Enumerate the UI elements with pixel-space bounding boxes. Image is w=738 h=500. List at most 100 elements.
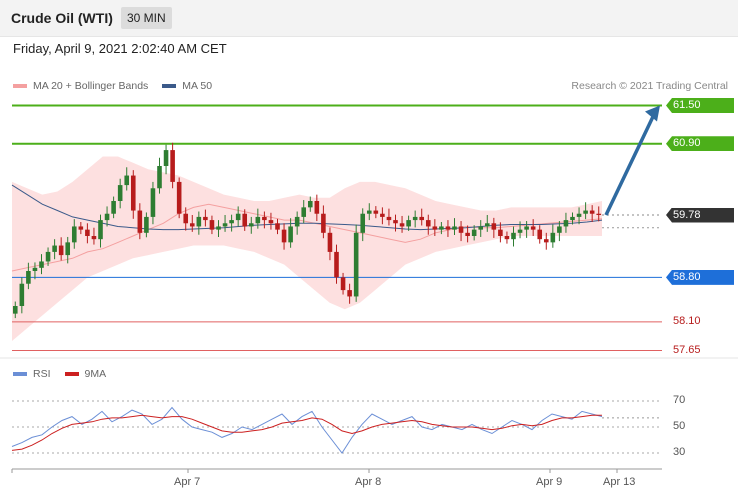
candle-87 <box>583 210 588 214</box>
level-tag-1: 60.90 <box>666 136 734 152</box>
candle-3 <box>32 267 38 271</box>
candle-34 <box>235 213 241 221</box>
candle-57 <box>386 216 392 221</box>
candle-79 <box>530 226 536 230</box>
candle-65 <box>439 226 444 230</box>
level-tag-3: 58.80 <box>666 269 734 285</box>
candle-32 <box>222 223 228 227</box>
candle-75 <box>504 236 510 240</box>
candle-66 <box>445 226 451 230</box>
candle-49 <box>334 251 339 278</box>
candle-82 <box>550 232 556 243</box>
candle-18 <box>130 175 136 211</box>
candle-40 <box>275 223 280 230</box>
level-label-4: 58.10 <box>673 314 701 327</box>
candle-16 <box>117 185 123 201</box>
candle-42 <box>288 226 293 243</box>
candle-35 <box>242 213 248 227</box>
candle-58 <box>393 220 398 224</box>
candle-86 <box>576 213 582 217</box>
candle-2 <box>26 271 31 284</box>
candle-17 <box>124 175 130 186</box>
candle-81 <box>543 239 549 243</box>
candle-10 <box>78 226 84 230</box>
x-tick-label-2: Apr 9 <box>536 476 563 488</box>
candle-72 <box>484 223 490 227</box>
candle-29 <box>203 216 208 221</box>
candle-8 <box>65 242 71 256</box>
candle-59 <box>399 223 405 227</box>
candle-12 <box>91 236 97 240</box>
candle-46 <box>314 201 320 214</box>
candle-74 <box>498 229 503 236</box>
candle-48 <box>327 232 333 252</box>
candle-30 <box>209 220 215 230</box>
candle-37 <box>255 216 261 224</box>
x-tick-label-0: Apr 7 <box>174 476 201 488</box>
rsi-series-0 <box>11 406 603 454</box>
candle-26 <box>183 213 189 224</box>
candle-43 <box>294 216 300 227</box>
candle-27 <box>189 223 195 227</box>
candle-21 <box>150 188 156 217</box>
candle-83 <box>557 226 562 233</box>
rsi-tick-0: 30 <box>673 446 686 458</box>
candle-36 <box>248 223 254 227</box>
candle-7 <box>58 245 64 256</box>
candle-56 <box>380 213 385 217</box>
level-label-5: 57.65 <box>673 343 701 356</box>
candle-41 <box>281 229 287 243</box>
candle-70 <box>471 229 477 236</box>
candle-5 <box>45 251 51 262</box>
candle-1 <box>19 283 25 306</box>
candle-4 <box>39 261 44 268</box>
candle-85 <box>570 216 575 221</box>
candle-39 <box>268 220 274 224</box>
candle-71 <box>478 226 484 230</box>
candle-31 <box>216 226 221 230</box>
candle-0 <box>12 306 18 314</box>
candle-9 <box>71 226 77 243</box>
x-tick-label-1: Apr 8 <box>355 476 382 488</box>
candle-33 <box>229 220 234 224</box>
candle-54 <box>366 210 372 214</box>
candle-19 <box>137 210 143 233</box>
candle-61 <box>412 216 418 221</box>
candle-77 <box>517 229 523 233</box>
candle-44 <box>301 207 307 217</box>
candle-15 <box>111 201 116 214</box>
price-chart[interactable] <box>0 0 738 500</box>
candle-25 <box>176 181 182 214</box>
candle-51 <box>347 290 352 297</box>
candle-13 <box>98 220 103 240</box>
candle-11 <box>85 229 90 236</box>
candle-23 <box>163 150 169 166</box>
candle-50 <box>340 277 346 291</box>
candle-64 <box>432 226 438 230</box>
forecast-arrow-shaft <box>604 113 656 216</box>
rsi-tick-2: 70 <box>673 394 686 406</box>
candle-88 <box>589 210 595 214</box>
level-tag-0: 61.50 <box>666 98 734 114</box>
candle-73 <box>491 223 497 230</box>
candle-20 <box>144 216 149 233</box>
candle-24 <box>170 150 175 182</box>
candle-6 <box>52 245 57 252</box>
candle-38 <box>262 216 267 221</box>
candle-78 <box>524 226 529 230</box>
candle-63 <box>425 220 431 227</box>
candle-45 <box>307 201 313 208</box>
candle-22 <box>157 166 162 189</box>
candle-68 <box>458 226 464 233</box>
candle-52 <box>353 232 359 297</box>
candle-80 <box>537 229 543 240</box>
candle-47 <box>321 213 326 233</box>
level-tag-2: 59.78 <box>666 207 734 223</box>
candle-84 <box>563 220 569 227</box>
candle-67 <box>452 226 457 230</box>
x-tick-label-3: Apr 13 <box>603 476 636 488</box>
candle-14 <box>104 213 110 221</box>
candle-76 <box>511 232 516 240</box>
candle-62 <box>419 216 425 221</box>
rsi-tick-1: 50 <box>673 420 686 432</box>
